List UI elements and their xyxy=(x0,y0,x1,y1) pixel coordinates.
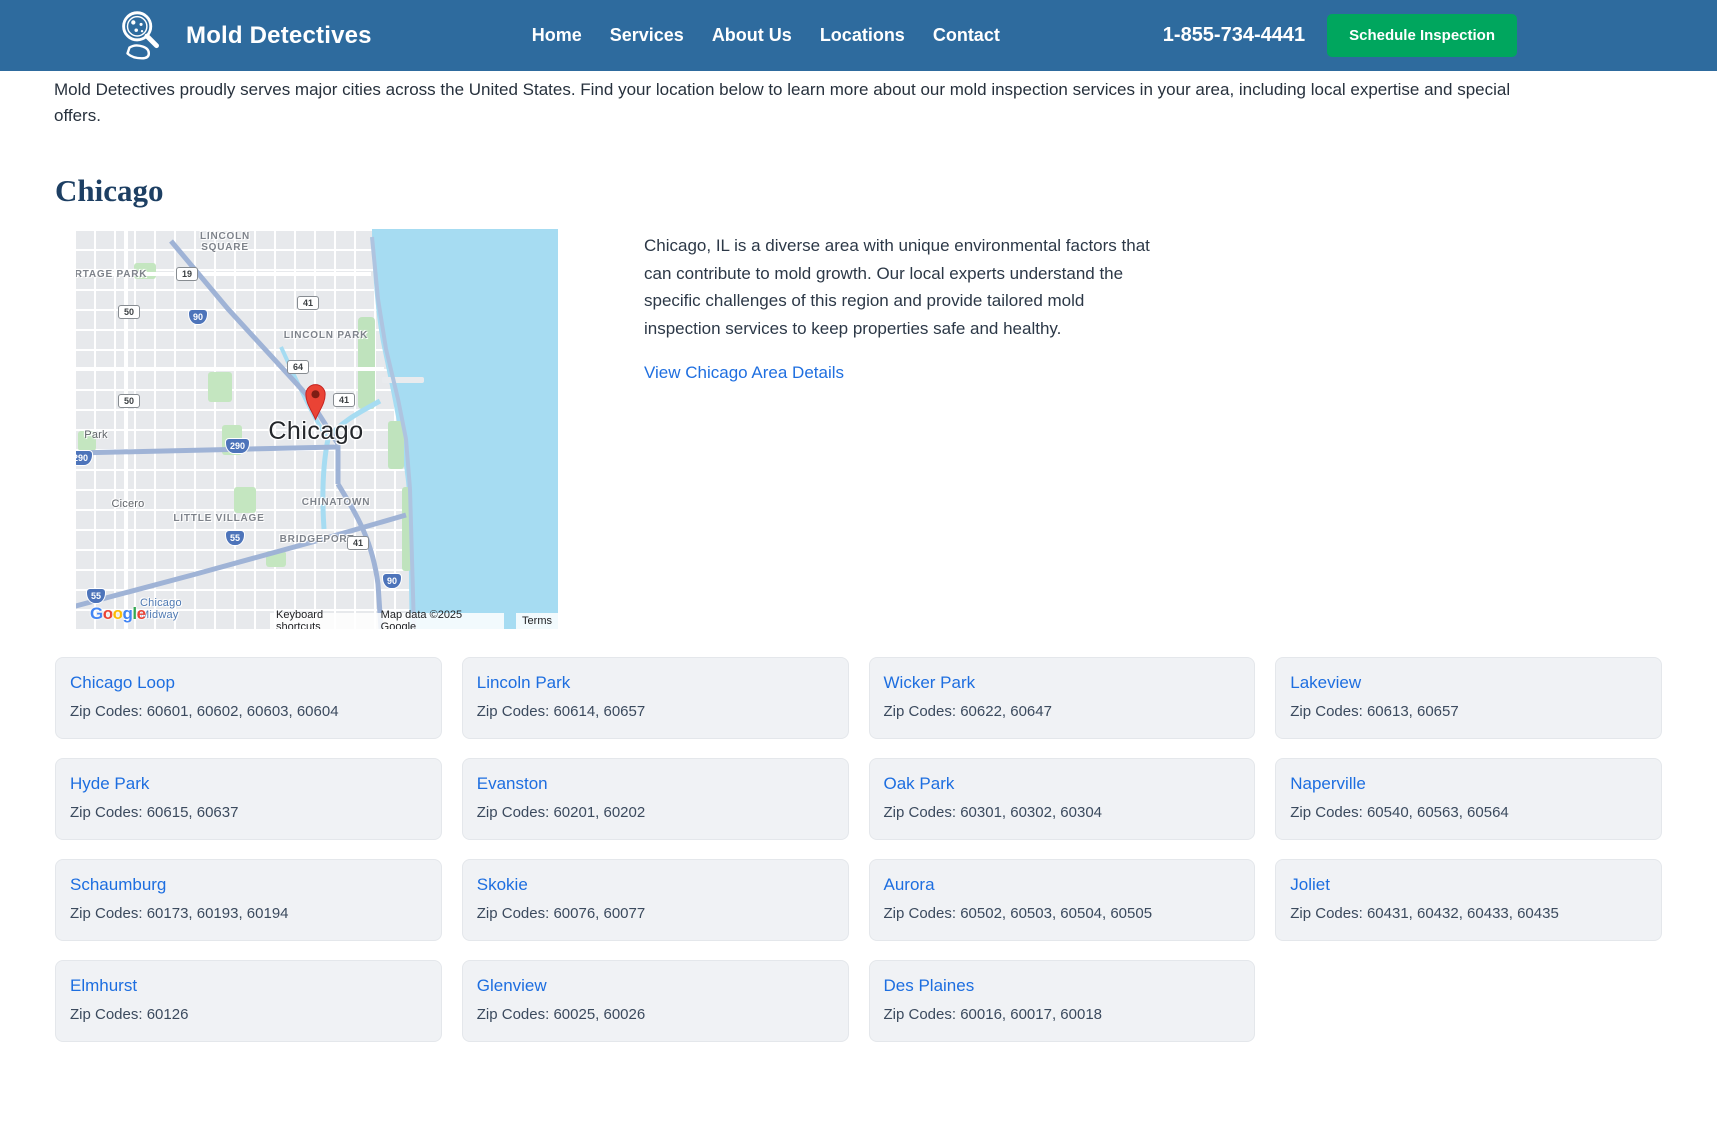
area-link[interactable]: Des Plaines xyxy=(884,976,975,996)
google-logo-letter: g xyxy=(123,604,133,624)
area-zip-codes: Zip Codes: 60601, 60602, 60603, 60604 xyxy=(70,703,423,720)
schedule-inspection-button[interactable]: Schedule Inspection xyxy=(1327,14,1517,57)
area-card-hyde-park: Hyde Park Zip Codes: 60615, 60637 xyxy=(55,758,442,840)
city-description: Chicago, IL is a diverse area with uniqu… xyxy=(644,232,1154,342)
city-section: LINCOLN SQUARE PORTAGE PARK LINCOLN PARK… xyxy=(0,229,1717,629)
nav-services[interactable]: Services xyxy=(610,25,684,46)
park-area xyxy=(234,487,256,513)
area-link[interactable]: Lincoln Park xyxy=(477,673,571,693)
area-zip-codes: Zip Codes: 60502, 60503, 60504, 60505 xyxy=(884,905,1237,922)
route-shield-41: 41 xyxy=(297,296,319,310)
area-card-wicker-park: Wicker Park Zip Codes: 60622, 60647 xyxy=(869,657,1256,739)
map-label-cicero: Cicero xyxy=(104,498,152,510)
keyboard-shortcuts-button[interactable]: Keyboard shortcuts xyxy=(270,613,375,629)
area-link[interactable]: Elmhurst xyxy=(70,976,137,996)
nav-contact[interactable]: Contact xyxy=(933,25,1000,46)
route-shield-41: 41 xyxy=(333,393,355,407)
nav-locations[interactable]: Locations xyxy=(820,25,905,46)
route-shield-50: 50 xyxy=(118,305,140,319)
map-label-lincoln-park: LINCOLN PARK xyxy=(276,330,376,341)
map-label-chicago-midway: Chicago Midway xyxy=(140,597,210,621)
eisenhower-expressway xyxy=(76,447,338,453)
map-data-attribution: Map data ©2025 Google xyxy=(375,613,504,629)
park-area xyxy=(208,372,232,402)
area-card-joliet: Joliet Zip Codes: 60431, 60432, 60433, 6… xyxy=(1275,859,1662,941)
main-nav: Home Services About Us Locations Contact xyxy=(532,25,1000,46)
route-shield-64: 64 xyxy=(287,360,309,374)
area-zip-codes: Zip Codes: 60540, 60563, 60564 xyxy=(1290,804,1643,821)
google-map[interactable]: LINCOLN SQUARE PORTAGE PARK LINCOLN PARK… xyxy=(76,229,558,629)
area-card-des-plaines: Des Plaines Zip Codes: 60016, 60017, 600… xyxy=(869,960,1256,1042)
area-card-elmhurst: Elmhurst Zip Codes: 60126 xyxy=(55,960,442,1042)
area-link[interactable]: Skokie xyxy=(477,875,528,895)
google-logo-letter: G xyxy=(90,604,103,624)
area-link[interactable]: Joliet xyxy=(1290,875,1330,895)
area-link[interactable]: Oak Park xyxy=(884,774,955,794)
google-logo-letter: o xyxy=(113,604,123,624)
map-label-little-village: LITTLE VILLAGE xyxy=(164,513,274,524)
area-zip-codes: Zip Codes: 60614, 60657 xyxy=(477,703,830,720)
area-zip-codes: Zip Codes: 60126 xyxy=(70,1006,423,1023)
area-zip-codes: Zip Codes: 60016, 60017, 60018 xyxy=(884,1006,1237,1023)
grant-park-green xyxy=(388,421,404,469)
brand[interactable]: Mold Detectives xyxy=(112,5,372,67)
intro-paragraph: Mold Detectives proudly serves major cit… xyxy=(54,77,1524,129)
area-zip-codes: Zip Codes: 60201, 60202 xyxy=(477,804,830,821)
area-link[interactable]: Wicker Park xyxy=(884,673,976,693)
map-label-lincoln-square: LINCOLN SQUARE xyxy=(194,231,256,253)
interstate-shield-290: 290 xyxy=(225,438,250,454)
map-attribution-bar: Keyboard shortcuts Map data ©2025 Google… xyxy=(270,613,558,629)
map-label-chinatown: CHINATOWN xyxy=(294,497,378,508)
phone-number[interactable]: 1-855-734-4441 xyxy=(1163,24,1305,47)
area-card-aurora: Aurora Zip Codes: 60502, 60503, 60504, 6… xyxy=(869,859,1256,941)
area-link[interactable]: Naperville xyxy=(1290,774,1366,794)
google-logo: Google xyxy=(90,604,146,624)
area-zip-codes: Zip Codes: 60622, 60647 xyxy=(884,703,1237,720)
area-card-naperville: Naperville Zip Codes: 60540, 60563, 6056… xyxy=(1275,758,1662,840)
area-zip-codes: Zip Codes: 60173, 60193, 60194 xyxy=(70,905,423,922)
area-zip-codes: Zip Codes: 60613, 60657 xyxy=(1290,703,1643,720)
route-shield-19: 19 xyxy=(176,267,198,281)
area-zip-codes: Zip Codes: 60025, 60026 xyxy=(477,1006,830,1023)
nav-about-us[interactable]: About Us xyxy=(712,25,792,46)
area-link[interactable]: Glenview xyxy=(477,976,547,996)
area-link[interactable]: Aurora xyxy=(884,875,935,895)
map-city-label: Chicago xyxy=(256,417,376,446)
area-card-skokie: Skokie Zip Codes: 60076, 60077 xyxy=(462,859,849,941)
area-link[interactable]: Evanston xyxy=(477,774,548,794)
area-card-evanston: Evanston Zip Codes: 60201, 60202 xyxy=(462,758,849,840)
area-card-schaumburg: Schaumburg Zip Codes: 60173, 60193, 6019… xyxy=(55,859,442,941)
main-content: Mold Detectives proudly serves major cit… xyxy=(0,77,1717,1042)
area-card-lincoln-park: Lincoln Park Zip Codes: 60614, 60657 xyxy=(462,657,849,739)
area-zip-codes: Zip Codes: 60076, 60077 xyxy=(477,905,830,922)
area-grid: Chicago Loop Zip Codes: 60601, 60602, 60… xyxy=(55,657,1662,1042)
brand-logo-magnifier-icon xyxy=(112,5,174,67)
google-logo-letter: o xyxy=(103,604,113,624)
city-heading: Chicago xyxy=(55,173,1717,209)
area-zip-codes: Zip Codes: 60301, 60302, 60304 xyxy=(884,804,1237,821)
map-label-park: Park xyxy=(78,429,114,441)
route-shield-50: 50 xyxy=(118,394,140,408)
route-shield-41: 41 xyxy=(347,536,369,550)
map-pin[interactable] xyxy=(302,381,329,421)
navy-pier xyxy=(382,377,424,383)
area-link[interactable]: Chicago Loop xyxy=(70,673,175,693)
map-label-portage-park: PORTAGE PARK xyxy=(76,269,158,280)
area-zip-codes: Zip Codes: 60431, 60432, 60433, 60435 xyxy=(1290,905,1643,922)
area-zip-codes: Zip Codes: 60615, 60637 xyxy=(70,804,423,821)
area-card-oak-park: Oak Park Zip Codes: 60301, 60302, 60304 xyxy=(869,758,1256,840)
brand-name: Mold Detectives xyxy=(186,22,372,50)
view-city-details-link[interactable]: View Chicago Area Details xyxy=(644,363,844,383)
area-card-chicago-loop: Chicago Loop Zip Codes: 60601, 60602, 60… xyxy=(55,657,442,739)
city-info: Chicago, IL is a diverse area with uniqu… xyxy=(644,229,1154,629)
area-link[interactable]: Lakeview xyxy=(1290,673,1361,693)
google-logo-letter: e xyxy=(137,604,146,624)
area-link[interactable]: Hyde Park xyxy=(70,774,149,794)
nav-home[interactable]: Home xyxy=(532,25,582,46)
area-card-glenview: Glenview Zip Codes: 60025, 60026 xyxy=(462,960,849,1042)
site-header: Mold Detectives Home Services About Us L… xyxy=(0,0,1717,71)
terms-link[interactable]: Terms xyxy=(516,613,558,629)
area-card-lakeview: Lakeview Zip Codes: 60613, 60657 xyxy=(1275,657,1662,739)
area-link[interactable]: Schaumburg xyxy=(70,875,166,895)
